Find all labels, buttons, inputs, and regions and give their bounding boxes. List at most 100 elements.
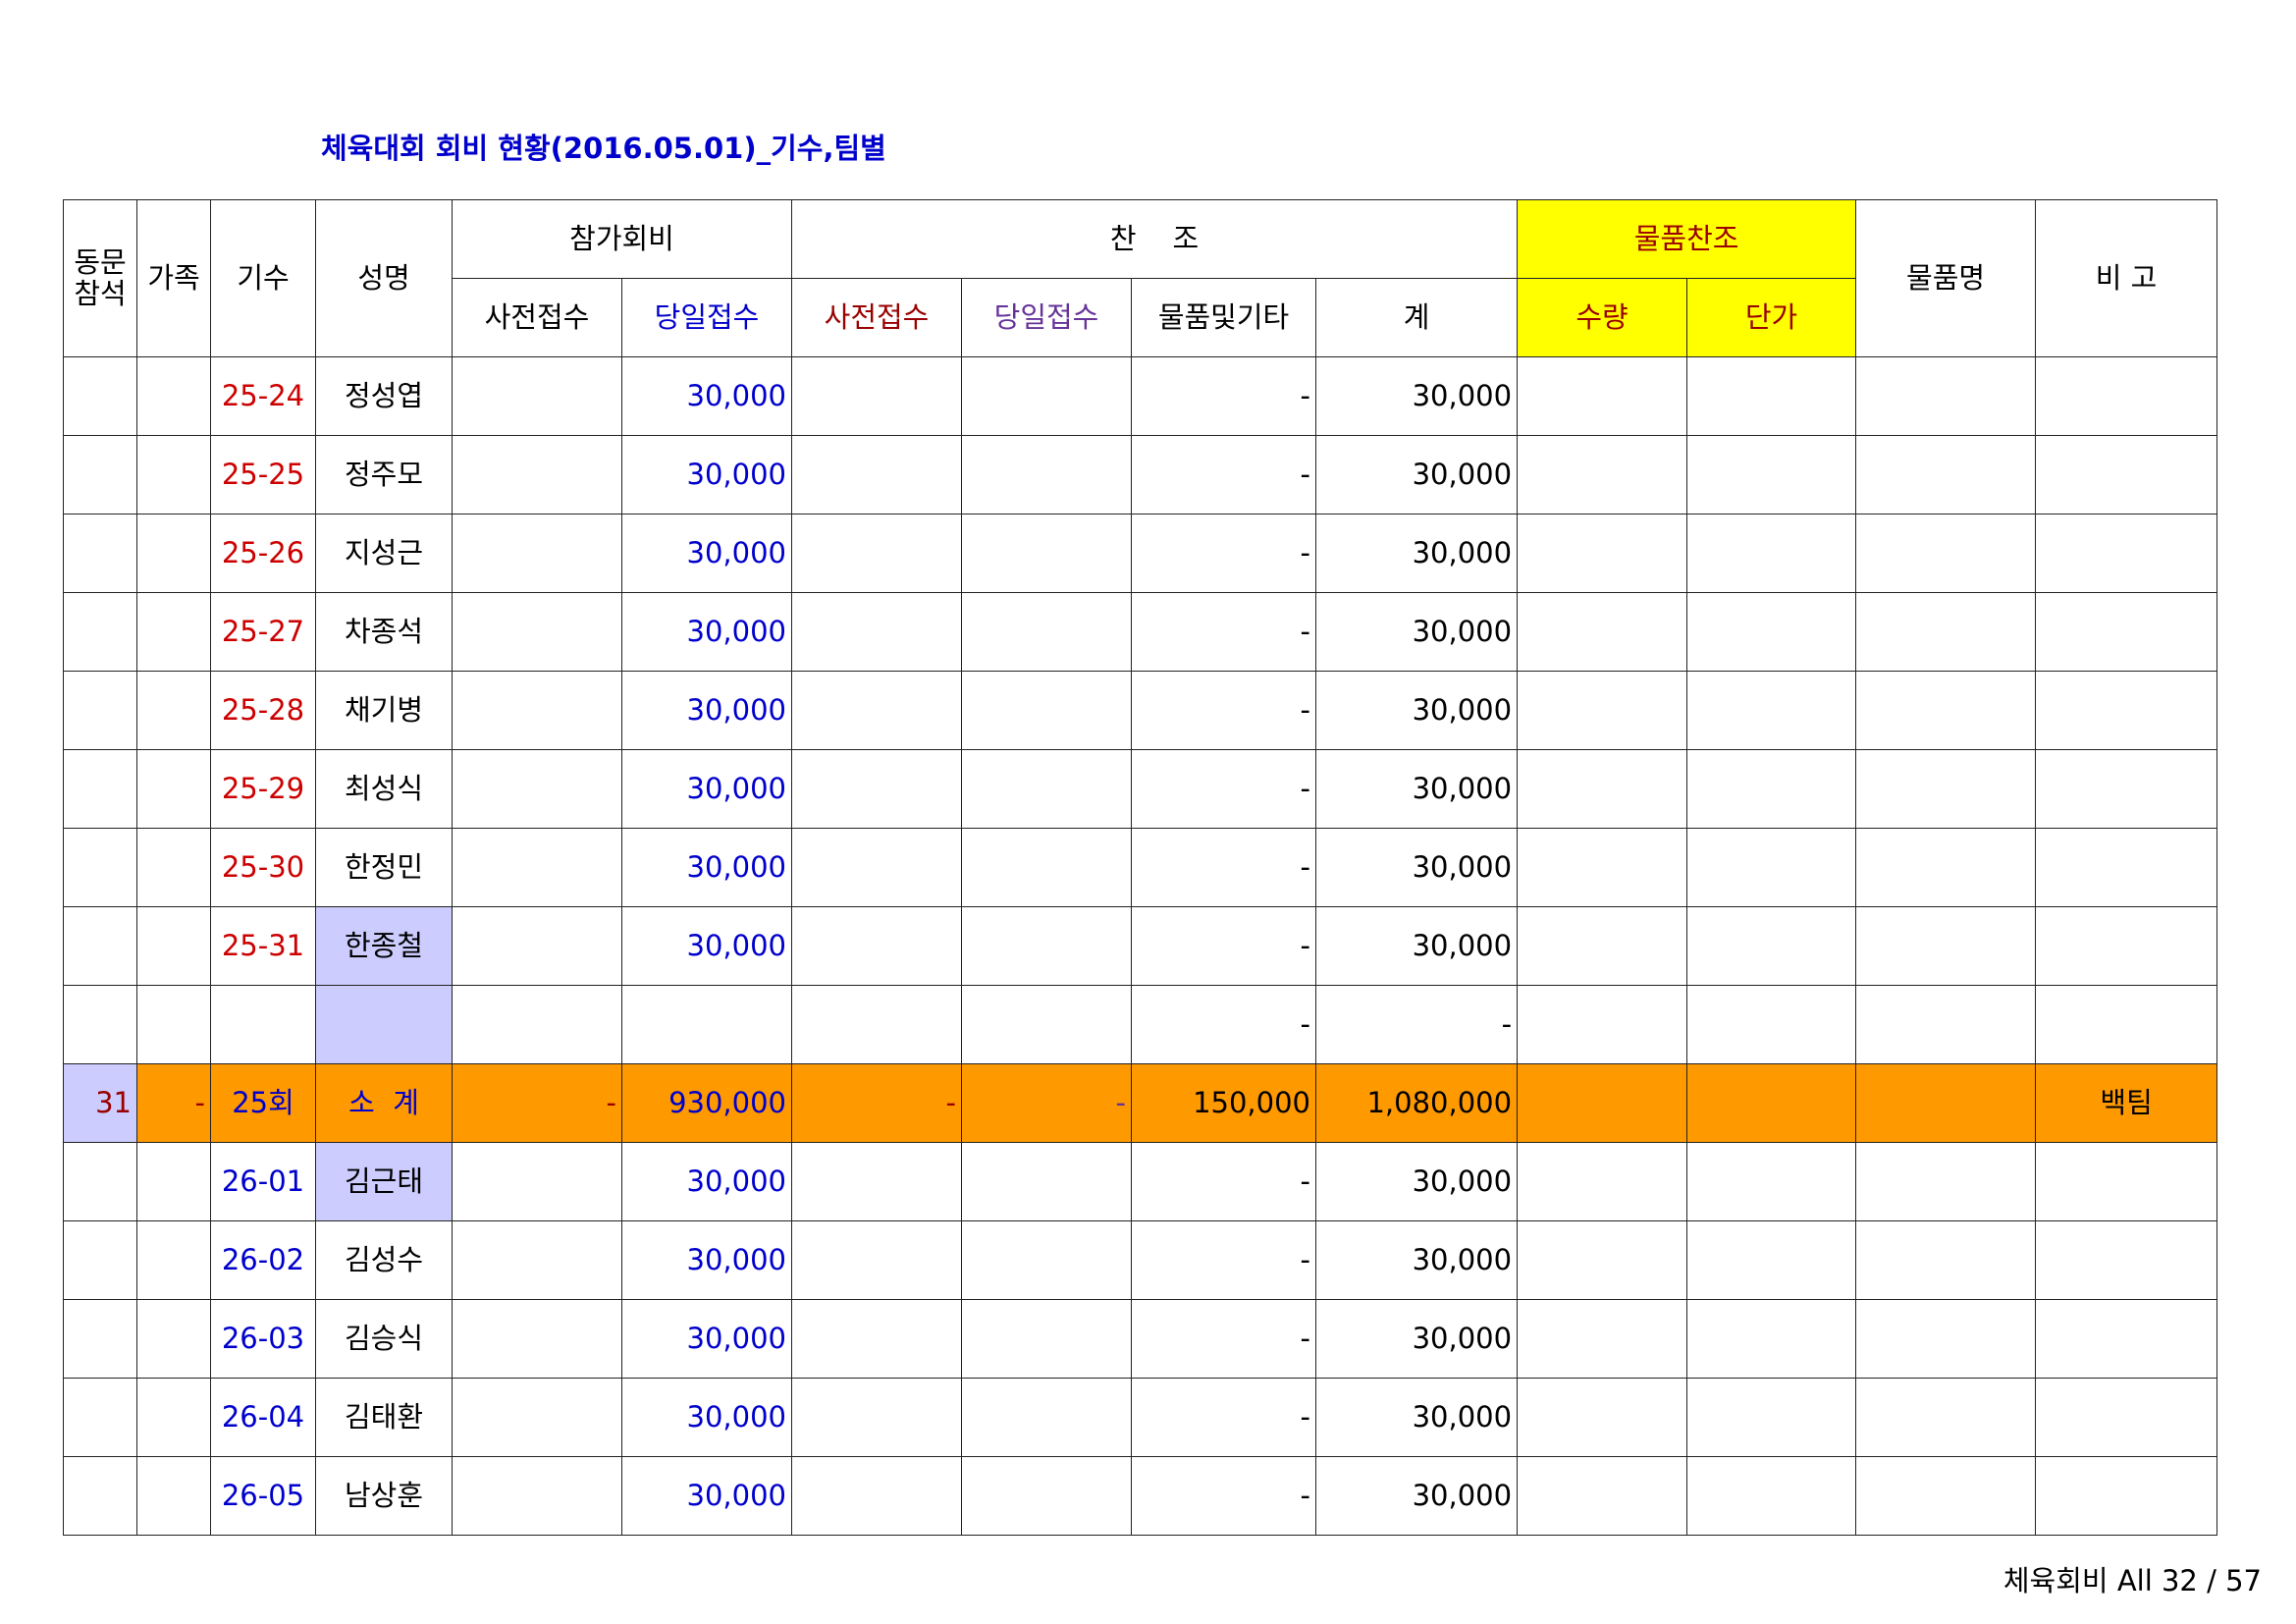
- name-cell: 지성근: [315, 514, 453, 593]
- name-cell: 김성수: [315, 1220, 453, 1300]
- fee-day-cell: 30,000: [620, 1456, 793, 1536]
- header-goods-name: 물품명: [1855, 199, 2037, 357]
- table-row: 26-01 김근태 30,000 - 30,000: [63, 1142, 2218, 1221]
- subtotal-gisu: 25회: [210, 1063, 316, 1143]
- total-cell: 30,000: [1315, 749, 1519, 829]
- header-sponsor-group: 찬 조: [791, 199, 1519, 279]
- gisu-cell: 26-01: [210, 1142, 316, 1221]
- sp-goods-cell: -: [1131, 1456, 1317, 1536]
- family-count: -: [136, 1063, 211, 1143]
- sp-goods-cell: -: [1131, 1378, 1317, 1457]
- total-cell: 30,000: [1315, 906, 1519, 986]
- fee-day-cell: 30,000: [620, 906, 793, 986]
- total-cell: 30,000: [1315, 592, 1519, 672]
- gisu-cell: 25-30: [210, 828, 316, 907]
- total-cell: 30,000: [1315, 1299, 1519, 1379]
- header-sp-goods: 물품및기타: [1131, 278, 1317, 357]
- fee-day-cell: 30,000: [620, 671, 793, 750]
- name-cell: 차종석: [315, 592, 453, 672]
- gisu-cell: [210, 985, 316, 1064]
- table-row: 25-26 지성근 30,000 - 30,000: [63, 514, 2218, 593]
- header-row-1: 동문 참석 가족 기수 성명 참가회비 찬 조 물품찬조 물품명 비 고: [63, 199, 2218, 357]
- subtotal-label: 소 계: [315, 1063, 453, 1143]
- total-cell: 30,000: [1315, 514, 1519, 593]
- total-cell: 30,000: [1315, 1378, 1519, 1457]
- sp-goods-cell: -: [1131, 435, 1317, 514]
- table-row: 26-02 김성수 30,000 - 30,000: [63, 1220, 2218, 1300]
- fee-day-cell: 30,000: [620, 749, 793, 829]
- total-cell: 30,000: [1315, 671, 1519, 750]
- gisu-cell: 25-25: [210, 435, 316, 514]
- fee-day-cell: 30,000: [620, 514, 793, 593]
- sp-goods-cell: -: [1131, 749, 1317, 829]
- attendee-count: 31: [63, 1063, 137, 1143]
- total-cell: -: [1315, 985, 1519, 1064]
- fee-day-cell: 30,000: [620, 435, 793, 514]
- sp-goods-cell: -: [1131, 1299, 1317, 1379]
- gisu-cell: 25-24: [210, 356, 316, 436]
- name-cell: 남상훈: [315, 1456, 453, 1536]
- fee-day-cell: 30,000: [620, 1220, 793, 1300]
- header-family: 가족: [136, 199, 211, 357]
- header-price: 단가: [1686, 278, 1857, 357]
- table-row: 25-25 정주모 30,000 - 30,000: [63, 435, 2218, 514]
- name-cell: 한종철: [315, 906, 453, 986]
- fee-day-cell: 30,000: [620, 356, 793, 436]
- table-row: 26-03 김승식 30,000 - 30,000: [63, 1299, 2218, 1379]
- gisu-cell: 25-31: [210, 906, 316, 986]
- gisu-cell: 25-26: [210, 514, 316, 593]
- total-cell: 30,000: [1315, 356, 1519, 436]
- subtotal-sp-goods: 150,000: [1131, 1063, 1317, 1143]
- sp-goods-cell: -: [1131, 1142, 1317, 1221]
- sp-goods-cell: -: [1131, 592, 1317, 672]
- name-cell: 한정민: [315, 828, 453, 907]
- total-cell: 30,000: [1315, 1456, 1519, 1536]
- name-cell: 정성엽: [315, 356, 453, 436]
- gisu-cell: 26-02: [210, 1220, 316, 1300]
- sp-goods-cell: -: [1131, 356, 1317, 436]
- sp-goods-cell: -: [1131, 1220, 1317, 1300]
- table-row: 26-04 김태환 30,000 - 30,000: [63, 1378, 2218, 1457]
- subtotal-sp-day: -: [961, 1063, 1133, 1143]
- name-cell: 김근태: [315, 1142, 453, 1221]
- sp-goods-cell: -: [1131, 828, 1317, 907]
- header-note: 비 고: [2035, 199, 2218, 357]
- table-row: 25-28 채기병 30,000 - 30,000: [63, 671, 2218, 750]
- fee-day-cell: 30,000: [620, 1378, 793, 1457]
- name-cell: 김태환: [315, 1378, 453, 1457]
- sp-goods-cell: -: [1131, 906, 1317, 986]
- name-cell: 정주모: [315, 435, 453, 514]
- total-cell: 30,000: [1315, 828, 1519, 907]
- subtotal-sp-pre: -: [791, 1063, 963, 1143]
- subtotal-fee-day: 930,000: [620, 1063, 793, 1143]
- table-row: 26-05 남상훈 30,000 - 30,000: [63, 1456, 2218, 1536]
- gisu-cell: 26-05: [210, 1456, 316, 1536]
- name-cell: [315, 985, 453, 1064]
- name-cell: 김승식: [315, 1299, 453, 1379]
- subtotal-total: 1,080,000: [1315, 1063, 1519, 1143]
- header-qty: 수량: [1517, 278, 1688, 357]
- subtotal-note: 백팀: [2035, 1063, 2218, 1143]
- gisu-cell: 25-28: [210, 671, 316, 750]
- fee-day-cell: 30,000: [620, 1299, 793, 1379]
- fee-day-cell: 30,000: [620, 828, 793, 907]
- fee-day-cell: 30,000: [620, 592, 793, 672]
- table-row: 25-24 정성엽 30,000 - 30,000: [63, 356, 2218, 436]
- gisu-cell: 26-03: [210, 1299, 316, 1379]
- sp-goods-cell: -: [1131, 671, 1317, 750]
- fee-day-cell: 30,000: [620, 1142, 793, 1221]
- table-row: 25-30 한정민 30,000 - 30,000: [63, 828, 2218, 907]
- table-row: 25-29 최성식 30,000 - 30,000: [63, 749, 2218, 829]
- header-fee-pre: 사전접수: [452, 278, 622, 357]
- header-fee-group: 참가회비: [451, 199, 793, 279]
- name-cell: 최성식: [315, 749, 453, 829]
- header-gisu: 기수: [210, 199, 316, 357]
- sp-goods-cell: -: [1131, 514, 1317, 593]
- document-title: 체육대회 회비 현황(2016.05.01)_기수,팀별: [321, 132, 886, 165]
- subtotal-fee-pre: -: [452, 1063, 622, 1143]
- total-cell: 30,000: [1315, 435, 1519, 514]
- page-footer: 체육회비 All 32 / 57: [2002, 1564, 2262, 1597]
- header-name: 성명: [315, 199, 453, 357]
- total-cell: 30,000: [1315, 1220, 1519, 1300]
- subtotal-row: 31 - 25회 소 계 - 930,000 - - 150,000 1,080…: [63, 1063, 2218, 1143]
